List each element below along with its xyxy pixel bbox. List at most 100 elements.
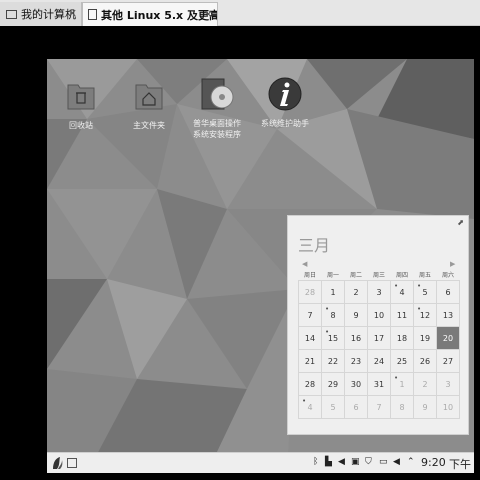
- tab-linux-vm[interactable]: 其他 Linux 5.x 及更高版本... ✕: [82, 2, 218, 26]
- calendar-week-row: 21 22 23 24 25 26 27: [298, 349, 460, 373]
- trash-icon: [67, 84, 95, 110]
- event-dot-icon: •: [394, 374, 399, 382]
- calendar-day-number: 6: [353, 402, 359, 412]
- calendar-day[interactable]: • 1: [390, 372, 414, 396]
- info-icon: [268, 77, 302, 111]
- display-icon[interactable]: ▣: [351, 457, 360, 467]
- calendar-day-number: 16: [350, 333, 362, 343]
- clock-ampm[interactable]: 下午: [449, 456, 471, 472]
- calendar-day[interactable]: 31: [367, 372, 391, 396]
- calendar-day-number: 31: [373, 379, 385, 389]
- desktop-icon-maintenance[interactable]: 系统维护助手: [253, 77, 317, 129]
- desktop-icon[interactable]: ▭: [379, 457, 388, 467]
- calendar-day-number: 5: [422, 287, 428, 297]
- event-dot-icon: •: [394, 282, 399, 290]
- volume-icon[interactable]: ◀: [338, 457, 345, 467]
- calendar-day[interactable]: 2: [413, 372, 437, 396]
- calendar-day-number: 1: [399, 379, 405, 389]
- calendar-day-number: 24: [373, 356, 385, 366]
- calendar-day[interactable]: 14: [298, 326, 322, 350]
- calendar-day[interactable]: • 4: [390, 280, 414, 304]
- calendar-day-number: 21: [304, 356, 316, 366]
- desktop-icon-trash[interactable]: 回收站: [49, 79, 113, 131]
- calendar-day-number: 19: [419, 333, 431, 343]
- start-menu-icon[interactable]: [51, 456, 63, 470]
- calendar-day[interactable]: 5: [321, 395, 345, 419]
- chevron-up-icon[interactable]: ⌃: [407, 457, 415, 467]
- calendar-day-number: 28: [304, 379, 316, 389]
- calendar-day[interactable]: • 5: [413, 280, 437, 304]
- calendar-day[interactable]: 11: [390, 303, 414, 327]
- calendar-day[interactable]: 24: [367, 349, 391, 373]
- calendar-day[interactable]: 29: [321, 372, 345, 396]
- tab-linux-vm-label: 其他 Linux 5.x 及更高版本...: [101, 8, 217, 22]
- calendar-day[interactable]: 21: [298, 349, 322, 373]
- calendar-day[interactable]: 26: [413, 349, 437, 373]
- calendar-day[interactable]: 16: [344, 326, 368, 350]
- calendar-day-today[interactable]: 20: [436, 326, 460, 350]
- calendar-day[interactable]: 22: [321, 349, 345, 373]
- calendar-day[interactable]: • 15: [321, 326, 345, 350]
- calendar-day[interactable]: 9: [413, 395, 437, 419]
- calendar-day[interactable]: 28: [298, 372, 322, 396]
- calendar-day[interactable]: 28: [298, 280, 322, 304]
- weekday-header: 周三: [372, 271, 385, 279]
- shield-icon[interactable]: ⛉: [365, 457, 372, 467]
- expand-icon[interactable]: ⬈: [457, 218, 464, 227]
- calendar-day[interactable]: 30: [344, 372, 368, 396]
- triangle-left-icon[interactable]: ◀: [302, 260, 307, 268]
- calendar-day[interactable]: 9: [344, 303, 368, 327]
- calendar-day[interactable]: 6: [436, 280, 460, 304]
- show-desktop-icon[interactable]: [67, 458, 77, 468]
- calendar-day[interactable]: 27: [436, 349, 460, 373]
- calendar-day-number: 25: [396, 356, 408, 366]
- calendar-day-number: 2: [422, 379, 428, 389]
- calendar-day-number: 6: [445, 287, 451, 297]
- calendar-day-number: 30: [350, 379, 362, 389]
- calendar-day[interactable]: 6: [344, 395, 368, 419]
- triangle-right-icon[interactable]: ▶: [450, 260, 455, 268]
- calendar-day[interactable]: 7: [298, 303, 322, 327]
- tab-my-computer-close-icon[interactable]: ✕: [68, 7, 77, 20]
- tab-linux-vm-close-icon[interactable]: ✕: [204, 8, 213, 21]
- calendar-day[interactable]: 10: [367, 303, 391, 327]
- calendar-day[interactable]: 25: [390, 349, 414, 373]
- calendar-day[interactable]: 8: [390, 395, 414, 419]
- desktop-icon-installer[interactable]: 普华桌面操作 系统安装程序: [185, 77, 249, 140]
- calendar-day-number: 8: [330, 310, 336, 320]
- weekday-header: 周日: [303, 271, 316, 279]
- calendar-day[interactable]: • 4: [298, 395, 322, 419]
- calendar-day[interactable]: 17: [367, 326, 391, 350]
- calendar-day[interactable]: 1: [321, 280, 345, 304]
- calendar-day[interactable]: • 12: [413, 303, 437, 327]
- vm-screen[interactable]: 回收站 主文件夹 普华桌面操作 系统安装程序 系统维护助手 ⬈ 三月 ◀ ▶ 周…: [47, 59, 474, 473]
- calendar-day[interactable]: • 8: [321, 303, 345, 327]
- desktop-icon-home-folder-label: 主文件夹: [133, 121, 165, 130]
- calendar-week-row: 14 • 15 16 17 18 19 20: [298, 326, 460, 350]
- calendar-day[interactable]: 2: [344, 280, 368, 304]
- calendar-day-number: 27: [442, 356, 454, 366]
- desktop-icon-maintenance-label: 系统维护助手: [261, 119, 309, 128]
- desktop-icon-installer-label-line1: 普华桌面操作: [193, 119, 241, 128]
- calendar-day[interactable]: 18: [390, 326, 414, 350]
- calendar-day[interactable]: 7: [367, 395, 391, 419]
- desktop-icon-home-folder[interactable]: 主文件夹: [117, 79, 181, 131]
- calendar-day[interactable]: 3: [367, 280, 391, 304]
- calendar-day[interactable]: 3: [436, 372, 460, 396]
- calendar-day-number: 9: [353, 310, 359, 320]
- weekday-header: 周五: [418, 271, 431, 279]
- speaker-icon[interactable]: ◀: [393, 457, 400, 467]
- calendar-day[interactable]: 19: [413, 326, 437, 350]
- calendar-day[interactable]: 10: [436, 395, 460, 419]
- calendar-week-row: 28 29 30 31 • 1 2 3: [298, 372, 460, 396]
- event-dot-icon: •: [325, 328, 330, 336]
- calendar-day-number: 3: [445, 379, 451, 389]
- network-icon[interactable]: ▙: [325, 457, 332, 467]
- calendar-day[interactable]: 13: [436, 303, 460, 327]
- clock-time[interactable]: 9:20: [421, 456, 446, 469]
- bluetooth-icon[interactable]: ᛒ: [313, 457, 318, 467]
- vmware-tab-bar: 我的计算机 ✕ 其他 Linux 5.x 及更高版本... ✕: [0, 0, 480, 26]
- calendar-day-number: 11: [396, 310, 408, 320]
- tab-my-computer[interactable]: 我的计算机 ✕: [0, 2, 82, 26]
- calendar-day[interactable]: 23: [344, 349, 368, 373]
